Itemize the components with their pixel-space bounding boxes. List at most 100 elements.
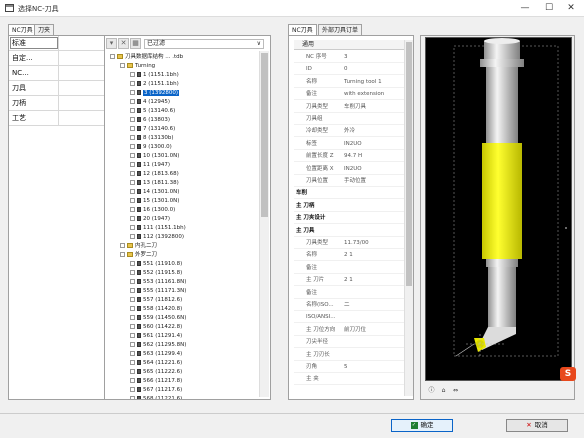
property-value[interactable]: 外冷 [344, 126, 404, 137]
property-row[interactable]: 刀具类型 11.73/00 [294, 238, 404, 249]
tree-item[interactable]: 20 (1947) [130, 215, 170, 224]
tool-tree[interactable]: 刀具数据库结构 ... .tdb Turning 1 (1151.1bh) 2 (11… [107, 51, 259, 399]
property-row[interactable]: 标签 IN2UO [294, 139, 404, 150]
expand-icon[interactable] [120, 243, 125, 248]
expand-icon[interactable] [130, 270, 135, 275]
home-view-icon[interactable]: ⌂ [439, 386, 448, 395]
maximize-button[interactable]: ☐ [538, 1, 560, 15]
property-row[interactable]: 名称(ISO... 二 [294, 300, 404, 311]
list-item[interactable]: 工艺 [9, 111, 104, 126]
tree-scrollbar[interactable] [259, 51, 269, 397]
tree-item[interactable]: 559 (11450.6N) [130, 314, 186, 323]
tree-item[interactable]: 9 (1300.0) [130, 143, 172, 152]
delete-icon[interactable]: ✕ [118, 38, 129, 49]
property-value[interactable]: 0 [344, 64, 404, 75]
dimension-icon[interactable]: ⇔ [451, 386, 460, 395]
property-row[interactable]: 刃角 5 [294, 362, 404, 373]
tree-scrollbar-thumb[interactable] [261, 53, 268, 217]
tree-item[interactable]: 551 (11910.8) [130, 260, 182, 269]
expand-icon[interactable] [130, 72, 135, 77]
property-section[interactable]: 主 刀夹设计 [294, 213, 404, 225]
list-item[interactable]: NC... [9, 66, 104, 81]
tree-item[interactable]: 5 (13140.6) [130, 107, 175, 116]
property-row[interactable]: ID 0 [294, 64, 404, 76]
property-value[interactable]: 二 [344, 300, 404, 311]
tree-item[interactable]: 553 (11161.8N) [130, 278, 186, 287]
tree-folder[interactable]: 刀具数据库结构 ... .tdb [110, 53, 183, 62]
expand-icon[interactable] [130, 279, 135, 284]
property-row[interactable]: 刀具组 [294, 114, 404, 125]
list-item[interactable]: 刀柄 [9, 96, 104, 111]
property-row[interactable]: 备注 [294, 263, 404, 274]
expand-icon[interactable] [130, 225, 135, 230]
expand-icon[interactable] [130, 216, 135, 221]
property-row[interactable]: 刀具位置 手动位置 [294, 176, 404, 187]
tree-item[interactable]: 11 (1947) [130, 161, 170, 170]
tree-item[interactable]: 16 (1300.0) [130, 206, 175, 215]
tree-item[interactable]: 6 (13803) [130, 116, 170, 125]
tree-item[interactable]: 4 (12945) [130, 98, 170, 107]
expand-icon[interactable] [130, 306, 135, 311]
tree-item[interactable]: 568 (11221.6) [130, 395, 182, 399]
expand-icon[interactable] [130, 387, 135, 392]
expand-icon[interactable] [130, 171, 135, 176]
expand-icon[interactable] [120, 252, 125, 257]
tab-nc-tool[interactable]: NC刀具 [8, 24, 37, 35]
property-value[interactable]: 手动位置 [344, 176, 404, 187]
expand-icon[interactable] [130, 288, 135, 293]
tree-item[interactable]: 111 (1151.1bh) [130, 224, 186, 233]
expand-icon[interactable] [130, 261, 135, 266]
tree-item[interactable]: 560 (11422.8) [130, 323, 182, 332]
tree-item[interactable]: 112 (1392800) [130, 233, 184, 242]
tree-item[interactable]: 566 (11217.8) [130, 377, 182, 386]
tree-item[interactable]: 14 (1301.0N) [130, 188, 179, 197]
expand-icon[interactable] [130, 297, 135, 302]
property-value[interactable]: IN2UO [344, 164, 404, 175]
expand-icon[interactable] [130, 234, 135, 239]
tree-item[interactable]: 555 (11171.3N) [130, 287, 186, 296]
expand-icon[interactable] [130, 90, 135, 95]
list-item-standard[interactable]: 标准 [9, 36, 59, 50]
expand-icon[interactable] [130, 324, 135, 329]
tree-item[interactable]: 565 (11222.6) [130, 368, 182, 377]
tree-item[interactable]: 561 (11291.4) [130, 332, 182, 341]
property-value[interactable]: 11.73/00 [344, 238, 404, 249]
property-value[interactable]: 94.7 H [344, 151, 404, 162]
property-row[interactable]: ISO/ANSI... [294, 312, 404, 324]
property-row[interactable]: 主 刀位方向 前刀刀位 [294, 325, 404, 336]
property-row[interactable]: 主 刀刃长 [294, 350, 404, 361]
tree-item[interactable]: 557 (11812.6) [130, 296, 182, 305]
tree-item[interactable]: 15 (1301.0N) [130, 197, 179, 206]
property-value[interactable]: 5 [344, 362, 404, 373]
property-value[interactable]: IN2UO [344, 139, 404, 150]
expand-icon[interactable] [130, 144, 135, 149]
property-value[interactable]: 2 1 [344, 275, 404, 286]
tree-folder[interactable]: 内孔二刀 [120, 242, 157, 251]
close-button[interactable]: ✕ [560, 1, 582, 15]
tree-item[interactable]: 8 (13130b) [130, 134, 174, 143]
filter-icon[interactable]: ▾ [106, 38, 117, 49]
tool-preview-canvas[interactable] [425, 37, 572, 381]
cancel-button[interactable]: ✕ 取消 [506, 419, 568, 432]
list-item[interactable]: 标准 [9, 36, 104, 51]
tree-item[interactable]: 558 (11420.8) [130, 305, 182, 314]
property-value[interactable]: 前刀刀位 [344, 325, 404, 336]
property-row[interactable]: 冷却类型 外冷 [294, 126, 404, 138]
tree-item[interactable]: 563 (11299.4) [130, 350, 182, 359]
tree-item[interactable]: 3 (1392800) [130, 89, 180, 98]
property-row[interactable]: 备注 [294, 288, 404, 299]
property-value[interactable]: Turning tool 1 [344, 77, 404, 88]
expand-icon[interactable] [130, 198, 135, 203]
tree-item[interactable]: 10 (1301.0N) [130, 152, 179, 161]
expand-icon[interactable] [110, 54, 115, 59]
list-item-tool[interactable]: 刀具 [9, 81, 59, 95]
property-row[interactable]: 主 夹 [294, 374, 404, 386]
tab-external-order[interactable]: 外部刀具订单 [318, 24, 363, 35]
list-item-nc[interactable]: NC... [9, 66, 59, 80]
property-row[interactable]: 位置距离 X IN2UO [294, 164, 404, 175]
grid-icon[interactable]: ▦ [130, 38, 141, 49]
tree-folder[interactable]: Turning [120, 62, 155, 71]
property-row[interactable]: 主 刀片 2 1 [294, 275, 404, 287]
tree-item[interactable]: 564 (11221.6) [130, 359, 182, 368]
property-value[interactable]: 2 1 [344, 250, 404, 261]
